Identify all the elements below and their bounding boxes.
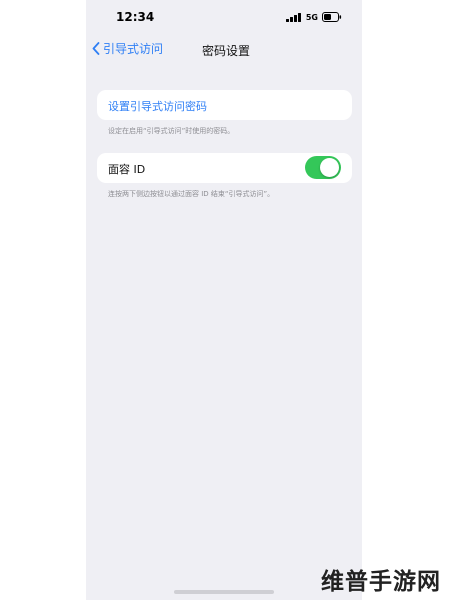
- status-indicators: 5G: [285, 12, 342, 22]
- toggle-knob: [320, 158, 339, 177]
- face-id-footnote: 连按两下侧边按钮以通过面容 ID 结束“引导式访问”。: [108, 190, 275, 198]
- watermark: 维普手游网: [321, 569, 441, 595]
- home-indicator[interactable]: [174, 590, 274, 594]
- face-id-label: 面容 ID: [108, 163, 146, 176]
- set-passcode-button[interactable]: 设置引导式访问密码: [108, 98, 207, 114]
- signal-icon: [285, 12, 301, 22]
- back-button[interactable]: 引导式访问: [92, 40, 163, 57]
- phone-screen: 12:34 5G 引导式访问 密码设置 设置引导式访问密码 设定在启用“引导式访…: [86, 0, 362, 600]
- chevron-left-icon: [92, 42, 100, 55]
- page-title: 密码设置: [202, 44, 251, 58]
- back-label: 引导式访问: [103, 42, 164, 56]
- canvas: 12:34 5G 引导式访问 密码设置 设置引导式访问密码 设定在启用“引导式访…: [0, 0, 449, 600]
- battery-icon: [322, 12, 342, 22]
- passcode-group: 设置引导式访问密码: [97, 90, 352, 120]
- network-type: 5G: [305, 12, 318, 22]
- status-time: 12:34: [116, 10, 155, 24]
- face-id-toggle[interactable]: [305, 156, 341, 179]
- face-id-group: 面容 ID: [97, 153, 352, 183]
- nav-bar: 引导式访问 密码设置: [86, 36, 362, 62]
- passcode-footnote: 设定在启用“引导式访问”时使用的密码。: [108, 127, 235, 135]
- status-bar: 12:34 5G: [86, 0, 362, 34]
